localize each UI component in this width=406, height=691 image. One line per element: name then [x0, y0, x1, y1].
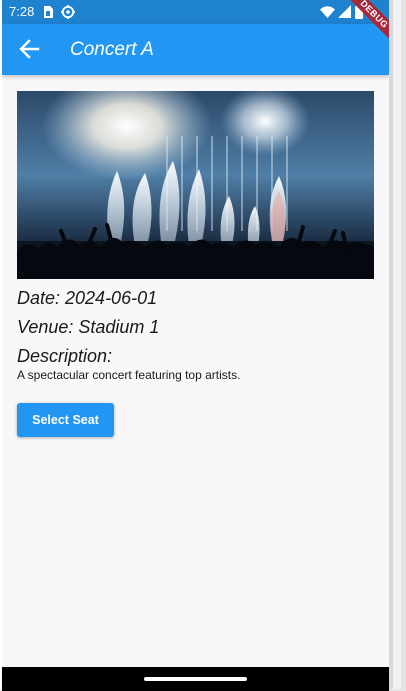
home-gesture-handle[interactable] [144, 677, 247, 681]
gear-icon [61, 5, 75, 19]
event-venue: Venue: Stadium 1 [17, 317, 160, 337]
status-time: 7:28 [9, 4, 35, 19]
app-bar: Concert A [2, 24, 389, 75]
sim-card-icon [44, 6, 53, 18]
event-date: Date: 2024-06-01 [17, 288, 158, 308]
phone-screen: 7:28 Concert A DEBUG Date: 2024-06-01 Ve… [2, 0, 389, 691]
page-title: Concert A [70, 39, 154, 60]
wifi-icon [320, 6, 335, 18]
description-text: A spectacular concert featuring top arti… [17, 368, 241, 382]
system-navigation-bar [2, 667, 389, 691]
signal-icon [338, 5, 351, 18]
description-heading: Description: [17, 346, 113, 366]
select-seat-button[interactable]: Select Seat [17, 403, 114, 437]
arrow-back-icon[interactable] [18, 38, 40, 60]
device-frame-edge [389, 0, 406, 691]
status-bar: 7:28 [2, 0, 389, 24]
concert-crowd-image [17, 91, 374, 279]
